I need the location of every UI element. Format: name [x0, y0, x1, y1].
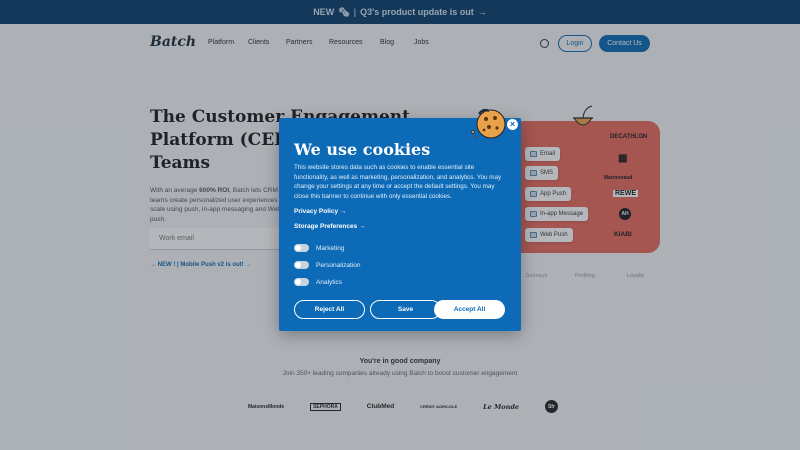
cookie-consent-modal: × We use cookies This website stores dat… — [279, 108, 521, 331]
cookie-icon — [471, 108, 506, 139]
accept-all-button[interactable]: Accept All — [434, 300, 505, 319]
toggle-row-marketing: Marketing — [294, 244, 345, 252]
close-icon[interactable]: × — [507, 119, 518, 130]
reject-all-button[interactable]: Reject All — [294, 300, 365, 319]
marketing-toggle[interactable] — [294, 244, 309, 252]
modal-body: This website stores data such as cookies… — [294, 164, 502, 200]
privacy-policy-link[interactable]: Privacy Policy → — [294, 208, 346, 215]
analytics-toggle[interactable] — [294, 278, 309, 286]
modal-title: We use cookies — [294, 140, 431, 159]
toggle-label: Marketing — [316, 244, 345, 252]
toggle-label: Analytics — [316, 278, 343, 286]
toggle-label: Personalization — [316, 261, 361, 269]
storage-preferences-link[interactable]: Storage Preferences → — [294, 223, 366, 230]
save-button[interactable]: Save — [370, 300, 441, 319]
toggle-row-personalization: Personalization — [294, 261, 360, 269]
toggle-row-analytics: Analytics — [294, 278, 342, 286]
personalization-toggle[interactable] — [294, 261, 309, 269]
